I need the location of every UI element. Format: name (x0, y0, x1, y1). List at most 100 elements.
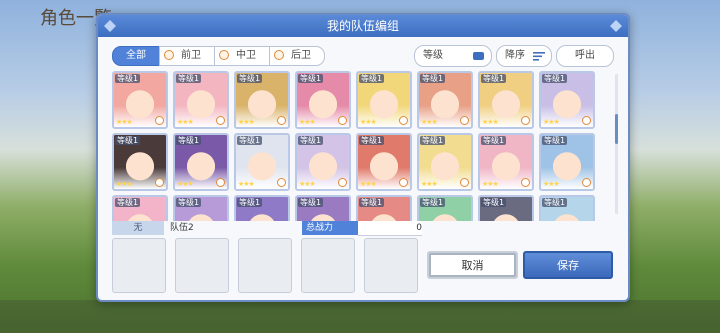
level-badge: 等级1 (481, 74, 507, 83)
level-badge: 等级1 (542, 198, 568, 207)
star-rating: ★★★ (299, 180, 316, 188)
sort-field-select[interactable]: 等级 (414, 45, 492, 67)
star-rating: ★★★ (482, 118, 499, 126)
back-position-icon (274, 50, 284, 60)
sort-order-button[interactable]: 降序 (496, 45, 552, 67)
position-icon (521, 116, 530, 125)
star-rating: ★★★ (299, 118, 316, 126)
summon-button[interactable]: 呼出 (556, 45, 614, 67)
tab-label: 前卫 (181, 50, 201, 61)
team-slot-4[interactable] (301, 238, 355, 293)
tab-all[interactable]: 全部 (112, 46, 160, 66)
tab-label: 全部 (126, 50, 146, 61)
character-roster-grid: 等级1 ★★★ 等级1 ★★★ 等级1 ★★★ 等级1 ★★★ 等级1 ★★★ 等级1 ★★★ 等级1 ★… (112, 71, 608, 221)
character-card[interactable]: 等级1 ★★★ (356, 133, 412, 191)
star-rating: ★★★ (238, 180, 255, 188)
character-card[interactable]: 等级1 ★★★ (539, 133, 595, 191)
level-badge: 等级1 (481, 198, 507, 207)
character-card[interactable]: 等级1 ★★★ (234, 71, 290, 129)
star-rating: ★★★ (543, 118, 560, 126)
star-rating: ★★★ (177, 118, 194, 126)
character-card[interactable]: 等级1 (173, 195, 229, 221)
position-icon (216, 116, 225, 125)
team-slot-5[interactable] (364, 238, 418, 293)
star-rating: ★★★ (421, 118, 438, 126)
character-card[interactable]: 等级1 (234, 195, 290, 221)
level-badge: 等级1 (420, 136, 446, 145)
level-badge: 等级1 (420, 74, 446, 83)
level-badge: 等级1 (420, 198, 446, 207)
level-badge: 等级1 (115, 74, 141, 83)
level-badge: 等级1 (176, 136, 202, 145)
character-card[interactable]: 等级1 ★★★ (173, 71, 229, 129)
position-icon (399, 116, 408, 125)
tab-middle[interactable]: 中卫 (214, 46, 270, 66)
position-icon (155, 116, 164, 125)
level-badge: 等级1 (115, 198, 141, 207)
position-icon (582, 178, 591, 187)
title-ornament-right-icon (610, 20, 622, 32)
scrollbar-thumb[interactable] (615, 114, 618, 144)
team-slot-1[interactable] (112, 238, 166, 293)
level-badge: 等级1 (298, 136, 324, 145)
team-leader-label: 无 (112, 221, 164, 235)
team-edit-dialog: 我的队伍编组 全部 前卫 中卫 后卫 等级 降序 呼出 等级1 ★★★ 等级1 ★★★… (96, 13, 630, 302)
team-slot-3[interactable] (238, 238, 292, 293)
level-badge: 等级1 (176, 198, 202, 207)
level-badge: 等级1 (298, 74, 324, 83)
position-icon (582, 116, 591, 125)
team-info-bar: 无 队伍2 总战力 0 (112, 221, 422, 236)
roster-scrollbar[interactable] (615, 74, 618, 214)
character-card[interactable]: 等级1 (295, 195, 351, 221)
level-badge: 等级1 (359, 74, 385, 83)
character-card[interactable]: 等级1 ★★★ (295, 71, 351, 129)
position-icon (338, 178, 347, 187)
character-card[interactable]: 等级1 ★★★ (234, 133, 290, 191)
save-button[interactable]: 保存 (523, 251, 613, 279)
level-badge: 等级1 (237, 74, 263, 83)
star-rating: ★★★ (177, 180, 194, 188)
character-card[interactable]: 等级1 (478, 195, 534, 221)
character-card[interactable]: 等级1 ★★★ (173, 133, 229, 191)
character-card[interactable]: 等级1 ★★★ (295, 133, 351, 191)
tab-label: 中卫 (236, 50, 256, 61)
character-card[interactable]: 等级1 ★★★ (417, 71, 473, 129)
character-card[interactable]: 等级1 ★★★ (539, 71, 595, 129)
sort-order-icon (533, 52, 545, 61)
star-rating: ★★★ (238, 118, 255, 126)
level-badge: 等级1 (237, 136, 263, 145)
position-icon (277, 178, 286, 187)
front-position-icon (164, 50, 174, 60)
character-card[interactable]: 等级1 ★★★ (417, 133, 473, 191)
tab-front[interactable]: 前卫 (159, 46, 215, 66)
level-badge: 等级1 (542, 74, 568, 83)
position-icon (216, 178, 225, 187)
tab-label: 后卫 (291, 50, 311, 61)
character-card[interactable]: 等级1 ★★★ (478, 71, 534, 129)
tab-back[interactable]: 后卫 (269, 46, 325, 66)
character-card[interactable]: 等级1 (417, 195, 473, 221)
star-rating: ★★★ (482, 180, 499, 188)
character-card[interactable]: 等级1 ★★★ (112, 71, 168, 129)
level-badge: 等级1 (176, 74, 202, 83)
star-rating: ★★★ (421, 180, 438, 188)
level-badge: 等级1 (237, 198, 263, 207)
team-slot-2[interactable] (175, 238, 229, 293)
character-card[interactable]: 等级1 ★★★ (356, 71, 412, 129)
character-card[interactable]: 等级1 (539, 195, 595, 221)
level-badge: 等级1 (359, 136, 385, 145)
character-card[interactable]: 等级1 (356, 195, 412, 221)
character-card[interactable]: 等级1 ★★★ (112, 133, 168, 191)
level-badge: 等级1 (298, 198, 324, 207)
star-rating: ★★★ (360, 118, 377, 126)
sort-field-icon (473, 52, 484, 60)
team-name: 队伍2 (170, 223, 194, 233)
character-card[interactable]: 等级1 (112, 195, 168, 221)
star-rating: ★★★ (543, 180, 560, 188)
star-rating: ★★★ (116, 118, 133, 126)
cancel-button[interactable]: 取消 (427, 251, 518, 279)
character-card[interactable]: 等级1 ★★★ (478, 133, 534, 191)
position-icon (155, 178, 164, 187)
summon-label: 呼出 (575, 50, 595, 61)
level-badge: 等级1 (542, 136, 568, 145)
